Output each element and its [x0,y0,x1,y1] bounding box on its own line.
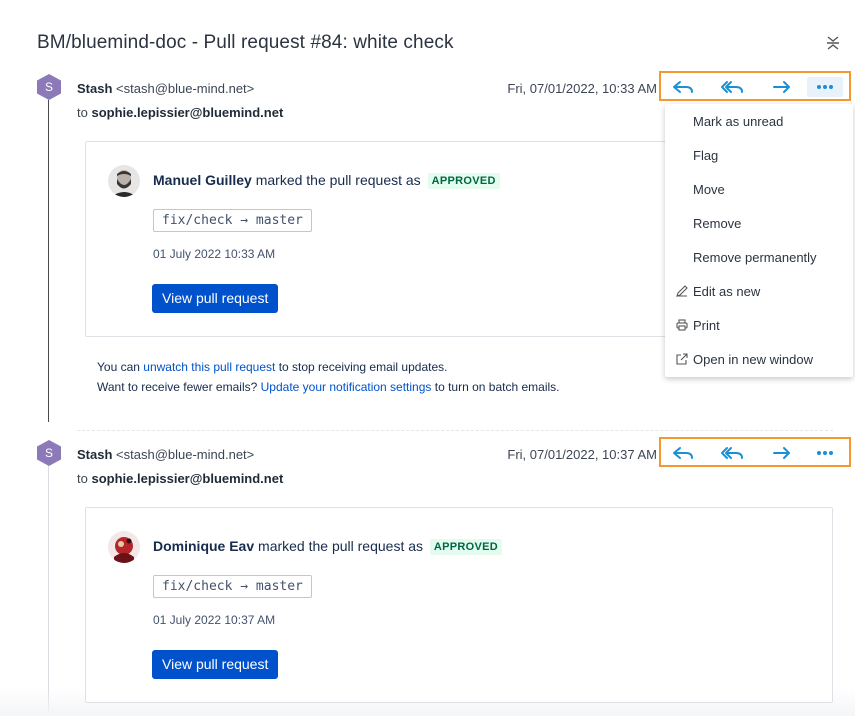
footer-text: to stop receiving email updates. [278,360,448,374]
footer-text: Want to receive fewer emails? [97,380,258,394]
menu-item-open-in-new-window[interactable]: Open in new window [665,344,853,374]
footer-line-1: You can unwatch this pull request to sto… [97,360,447,374]
user-avatar [108,165,140,197]
menu-item-remove[interactable]: Remove [665,208,853,238]
person-name: Dominique Eav [153,538,255,554]
view-pull-request-button[interactable]: View pull request [152,650,279,679]
unwatch-link[interactable]: unwatch this pull request [143,360,275,374]
thread-line [48,466,49,716]
pr-activity: Manuel Guilley marked the pull request a… [153,172,500,189]
recipient-line: to sophie.lepissier@bluemind.net [77,105,283,120]
forward-icon[interactable] [764,77,800,97]
menu-item-remove-permanently[interactable]: Remove permanently [665,242,853,272]
pr-activity: Dominique Eav marked the pull request as… [153,538,503,555]
message-actions [659,437,851,467]
pencil-icon [675,284,689,298]
menu-item-label: Print [693,317,720,333]
recipient: sophie.lepissier@bluemind.net [91,105,284,120]
more-options-menu: Mark as unread Flag Move Remove Remove p… [665,104,853,377]
recipient: sophie.lepissier@bluemind.net [91,471,284,486]
reply-icon[interactable] [665,77,701,97]
recipient-line: to sophie.lepissier@bluemind.net [77,471,283,486]
notification-settings-link[interactable]: Update your notification settings [261,380,432,394]
sender-avatar-letter: S [44,446,53,460]
menu-item-label: Open in new window [693,351,813,367]
thread-line [48,100,49,422]
menu-item-label: Flag [693,147,719,163]
sender-address: <stash@blue-mind.net> [116,447,255,462]
sender: Stash <stash@blue-mind.net> [77,81,254,96]
branch-label: fix/check → master [153,209,312,232]
person-name: Manuel Guilley [153,172,252,188]
message-actions [659,71,851,101]
sender-address: <stash@blue-mind.net> [116,81,255,96]
activity-text: marked the pull request as [255,172,421,188]
message-divider [77,430,833,431]
forward-icon[interactable] [764,443,800,463]
pr-timestamp: 01 July 2022 10:37 AM [153,613,276,627]
menu-item-label: Mark as unread [693,113,784,129]
more-options-icon[interactable] [807,443,843,463]
footer-text: to turn on batch emails. [434,380,560,394]
menu-item-move[interactable]: Move [665,174,853,204]
message-date: Fri, 07/01/2022, 10:37 AM [507,447,657,462]
status-badge: APPROVED [429,539,503,555]
sender-name: Stash [77,447,113,462]
branch-label: fix/check → master [153,575,312,598]
collapse-icon[interactable] [824,34,842,52]
view-pull-request-button[interactable]: View pull request [152,284,279,313]
menu-item-flag[interactable]: Flag [665,140,853,170]
menu-item-print[interactable]: Print [665,310,853,340]
status-badge: APPROVED [427,173,500,189]
printer-icon [675,318,689,332]
menu-item-mark-as-unread[interactable]: Mark as unread [665,106,853,136]
sender: Stash <stash@blue-mind.net> [77,447,254,462]
pull-request-card: Dominique Eav marked the pull request as… [85,507,833,703]
reply-all-icon[interactable] [714,77,750,97]
menu-item-label: Remove permanently [693,249,817,265]
sender-avatar: S [37,74,61,100]
more-options-icon[interactable] [807,77,843,97]
message-date: Fri, 07/01/2022, 10:33 AM [507,81,657,96]
sender-avatar-letter: S [44,80,53,94]
user-avatar [108,531,140,563]
external-window-icon [675,352,689,366]
reply-all-icon[interactable] [714,443,750,463]
menu-item-edit-as-new[interactable]: Edit as new [665,276,853,306]
sender-name: Stash [77,81,113,96]
pr-timestamp: 01 July 2022 10:33 AM [153,247,276,261]
to-label: to [77,105,88,120]
to-label: to [77,471,88,486]
menu-item-label: Edit as new [693,283,761,299]
menu-item-label: Move [693,181,725,197]
conversation-title: BM/bluemind-doc - Pull request #84: whit… [37,32,454,53]
footer-line-2: Want to receive fewer emails? Update you… [97,380,559,394]
menu-item-label: Remove [693,215,742,231]
reply-icon[interactable] [665,443,701,463]
sender-avatar: S [37,440,61,466]
activity-text: marked the pull request as [258,538,424,554]
footer-text: You can [97,360,140,374]
